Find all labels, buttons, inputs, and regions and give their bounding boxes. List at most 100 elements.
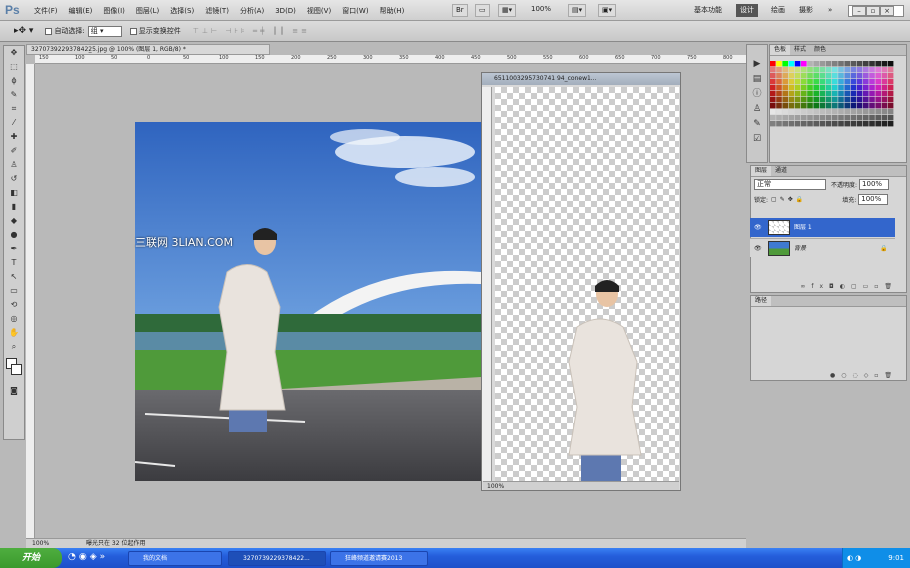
tool-presets-icon[interactable]: ☑	[747, 132, 767, 147]
shape-tool-icon[interactable]: ▭	[4, 284, 24, 298]
opacity-field[interactable]: 100%	[859, 179, 890, 190]
photo-canvas[interactable]	[135, 122, 481, 481]
menu-item-3[interactable]: 图层(L)	[136, 6, 159, 16]
second-document-window[interactable]: 6511003295730741 94_conew1... 100%	[481, 72, 681, 491]
start-button[interactable]: 开始	[0, 548, 62, 568]
blur-tool-icon[interactable]: ◆	[4, 214, 24, 228]
3d-rotate-tool-icon[interactable]: ⟲	[4, 298, 24, 312]
zoom-tool-icon[interactable]: ⌕	[4, 340, 24, 354]
workspace-photo[interactable]: 摄影	[799, 4, 813, 17]
color-swatches[interactable]	[4, 354, 24, 384]
tab-swatch-1[interactable]: 样式	[790, 45, 810, 55]
crop-tool-icon[interactable]: ⌗	[4, 102, 24, 116]
tab-swatch-0[interactable]: 色板	[770, 45, 791, 55]
path-select-tool-icon[interactable]: ↖	[4, 270, 24, 284]
menu-item-4[interactable]: 选择(S)	[170, 6, 194, 16]
visibility-eye-icon[interactable]: 👁	[754, 239, 762, 258]
second-status-zoom[interactable]: 100%	[483, 481, 679, 490]
marquee-tool-icon[interactable]: ⬚	[4, 60, 24, 74]
arrange-button[interactable]: ▦▾	[498, 4, 517, 17]
auto-select-dropdown[interactable]: 组 ▾	[87, 25, 122, 37]
move-tool-icon[interactable]: ▸✥ ▾	[14, 26, 33, 36]
menu-item-10[interactable]: 帮助(H)	[380, 6, 405, 16]
quick-launch-icons[interactable]: ◔◉◈»	[68, 552, 108, 562]
brush-tool-icon[interactable]: ✐	[4, 144, 24, 158]
blend-mode-dropdown[interactable]: 正常	[754, 179, 826, 190]
workspace-basic[interactable]: 基本功能	[694, 4, 722, 17]
menu-item-6[interactable]: 分析(A)	[240, 6, 264, 16]
eyedropper-tool-icon[interactable]: ⁄	[4, 116, 24, 130]
auto-select-checkbox[interactable]: 自动选择:	[45, 26, 85, 36]
info-icon[interactable]: ⓘ	[747, 87, 767, 102]
menu-item-1[interactable]: 编辑(E)	[69, 6, 93, 16]
type-tool-icon[interactable]: T	[4, 256, 24, 270]
tab-layers-0[interactable]: 图层	[751, 166, 772, 176]
view-extras-button[interactable]: ▭	[475, 4, 490, 17]
task-browser[interactable]: 狂峰频道邀请赛2013	[330, 551, 428, 566]
arrange-documents-button[interactable]: ▣▾	[598, 4, 617, 17]
task-my-documents[interactable]: 我的文档	[128, 551, 222, 566]
swatch	[869, 109, 875, 115]
tab-paths[interactable]: 路径	[751, 296, 772, 306]
tab-layers-1[interactable]: 通道	[771, 166, 791, 176]
transparent-canvas[interactable]	[495, 87, 679, 481]
swatch-grid[interactable]	[770, 61, 894, 127]
menu-item-2[interactable]: 图像(I)	[103, 6, 125, 16]
pen-tool-icon[interactable]: ✒	[4, 242, 24, 256]
workspace-design[interactable]: 设计	[736, 4, 758, 17]
tray-icons[interactable]: ◐◑	[843, 548, 863, 568]
lock-icons[interactable]: ▢✎✥🔒	[771, 196, 806, 203]
layer-row-layer1[interactable]: 👁 图层 1	[750, 218, 895, 237]
gradient-tool-icon[interactable]: ▮	[4, 200, 24, 214]
swatch	[807, 121, 813, 127]
close-icon[interactable]: ×	[880, 6, 894, 16]
menu-item-5[interactable]: 滤镜(T)	[205, 6, 229, 16]
clock: 9:01	[888, 554, 904, 562]
brush-presets-icon[interactable]: ✎	[747, 117, 767, 132]
eraser-tool-icon[interactable]: ◧	[4, 186, 24, 200]
menu-item-9[interactable]: 窗口(W)	[342, 6, 368, 16]
second-window-title[interactable]: 6511003295730741 94_conew1...	[482, 73, 680, 85]
clone-source-icon[interactable]: ♙	[747, 102, 767, 117]
layer-row-background[interactable]: 👁 背景 🔒	[750, 238, 895, 257]
tab-swatch-2[interactable]: 颜色	[810, 45, 830, 55]
workspace-more[interactable]: »	[828, 4, 832, 17]
hand-tool-icon[interactable]: ✋	[4, 326, 24, 340]
quick-mask-icon[interactable]: ◙	[4, 384, 24, 398]
histogram-icon[interactable]: ▤	[747, 72, 767, 87]
screen-mode-button[interactable]: ▤▾	[568, 4, 587, 17]
document-tab[interactable]: 3270739229378422̲5.jpg @ 100% (图层 1, RGB…	[26, 44, 270, 55]
swatch	[881, 121, 888, 127]
zoom-level[interactable]: 100%	[528, 4, 554, 17]
task-photoshop[interactable]: 3270739229378422...	[228, 551, 326, 566]
launch-bridge-button[interactable]: Br	[452, 4, 468, 17]
fill-field[interactable]: 100%	[858, 193, 889, 205]
dodge-tool-icon[interactable]: ●	[4, 228, 24, 242]
history-brush-tool-icon[interactable]: ↺	[4, 172, 24, 186]
status-zoom[interactable]: 100%	[32, 539, 49, 548]
main-menu: 文件(F) 编辑(E) 图像(I) 图层(L) 选择(S) 滤镜(T) 分析(A) 3D(D)…	[34, 0, 415, 21]
lasso-tool-icon[interactable]: ϕ	[4, 74, 24, 88]
menu-item-0[interactable]: 文件(F)	[34, 6, 58, 16]
healing-tool-icon[interactable]: ✚	[4, 130, 24, 144]
background-layer-name[interactable]: 背景	[794, 239, 806, 258]
swatch	[776, 121, 782, 127]
menu-item-8[interactable]: 视图(V)	[307, 6, 331, 16]
quick-select-tool-icon[interactable]: ✎	[4, 88, 24, 102]
workspace-paint[interactable]: 绘画	[771, 4, 785, 17]
minimize-icon[interactable]: –	[852, 6, 866, 16]
show-transform-checkbox[interactable]: 显示变换控件	[129, 26, 181, 36]
swatch	[782, 67, 788, 73]
visibility-eye-icon[interactable]: 👁	[754, 218, 762, 237]
menu-item-7[interactable]: 3D(D)	[275, 7, 296, 15]
layer-actions-bar[interactable]: ∞fx◘◐▢▭▫🗑	[751, 283, 906, 292]
3d-orbit-tool-icon[interactable]: ◎	[4, 312, 24, 326]
play-icon[interactable]: ▶	[747, 57, 767, 72]
path-actions-bar[interactable]: ●○◌◇▫🗑	[751, 372, 906, 379]
align-buttons[interactable]: ⊤⊥⊢ ⊣⊦⊧ ═╪ ║║ ≡≡	[193, 27, 310, 35]
layer1-name[interactable]: 图层 1	[794, 218, 812, 237]
move-tool-icon[interactable]: ✥	[4, 46, 24, 60]
restore-icon[interactable]: ▫	[866, 6, 880, 16]
swatch	[881, 91, 888, 97]
stamp-tool-icon[interactable]: ♙	[4, 158, 24, 172]
